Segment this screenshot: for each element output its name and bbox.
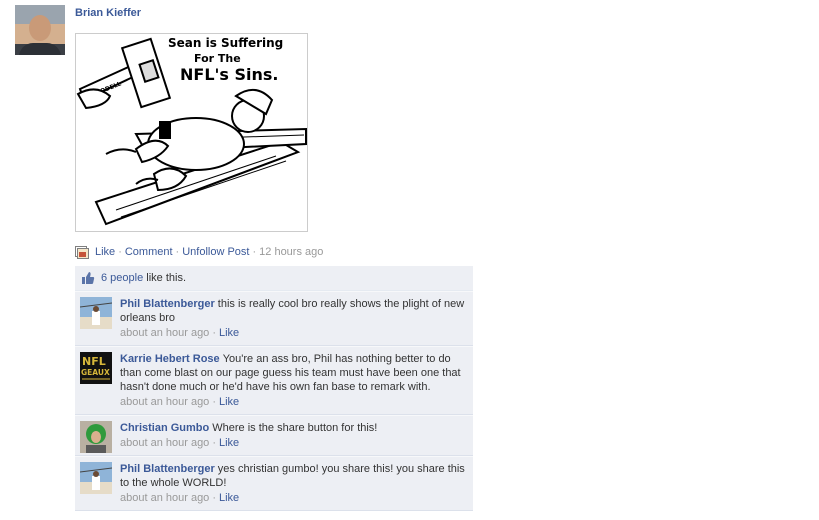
comment-text: Where is the share button for this! [212,422,378,434]
separator: · [212,396,216,408]
unfollow-post-link[interactable]: Unfollow Post [182,246,249,258]
comment-author-link[interactable]: Phil Blattenberger [120,298,218,310]
comment-body: Karrie Hebert Rose You're an ass bro, Ph… [120,347,473,394]
comment-author-link[interactable]: Christian Gumbo [120,422,212,434]
commenter-avatar[interactable] [80,462,112,494]
post-actions: Like · Comment · Unfollow Post · 12 hour… [75,244,323,260]
commenter-avatar[interactable]: NFL GEAUX [80,352,112,384]
post-timestamp[interactable]: 12 hours ago [259,246,323,258]
comment-item: Phil Blattenberger this is really cool b… [75,291,473,346]
comment-body: Phil Blattenberger this is really cool b… [120,292,473,325]
comment-body: Phil Blattenberger yes christian gumbo! … [120,457,473,490]
comment-like-link[interactable]: Like [219,437,239,449]
separator: · [212,437,216,449]
separator: · [252,246,257,258]
avatar-logo-text-1: NFL [82,355,106,368]
separator: · [118,246,122,258]
avatar-logo-text-2: GEAUX [81,368,110,377]
author-name[interactable]: Brian Kieffer [75,7,141,19]
author-avatar[interactable] [15,5,65,55]
likes-suffix: like this. [143,272,187,284]
avatar-face [29,15,51,41]
comment-meta: about an hour ago · Like [120,435,473,455]
caption-line-3: NFL's Sins. [180,65,279,84]
comment-author-link[interactable]: Phil Blattenberger [120,463,218,475]
comment-timestamp[interactable]: about an hour ago [120,396,209,408]
comment-timestamp[interactable]: about an hour ago [120,492,209,504]
separator: · [212,492,216,504]
avatar-shirt [19,43,61,55]
comment-item: NFL GEAUX Karrie Hebert Rose You're an a… [75,346,473,415]
comment-timestamp[interactable]: about an hour ago [120,437,209,449]
comment-author-link[interactable]: Karrie Hebert Rose [120,353,223,365]
caption-line-1: Sean is Suffering [168,36,283,50]
hand-drawing [76,88,112,110]
post-image[interactable]: Sean is Suffering For The NFL's Sins. GO… [75,33,308,232]
like-link[interactable]: Like [95,246,115,258]
comment-like-link[interactable]: Like [219,327,239,339]
commenter-avatar[interactable] [80,297,112,329]
comment-meta: about an hour ago · Like [120,394,473,414]
comment-meta: about an hour ago · Like [120,490,473,510]
caption-line-2: For The [194,52,241,65]
comment-body: Christian Gumbo Where is the share butto… [120,416,473,435]
share-photo-icon [75,245,89,259]
separator: · [175,246,180,258]
comment-like-link[interactable]: Like [219,396,239,408]
comment-panel: 6 people like this. Phil Blattenberger t… [75,266,473,511]
thumbs-up-icon [82,272,95,284]
comment-timestamp[interactable]: about an hour ago [120,327,209,339]
likes-summary: 6 people like this. [75,266,473,291]
separator: · [212,327,216,339]
comment-meta: about an hour ago · Like [120,325,473,345]
comment-like-link[interactable]: Like [219,492,239,504]
cartoon-illustration: Sean is Suffering For The NFL's Sins. GO… [76,36,307,226]
comment-item: Christian Gumbo Where is the share butto… [75,415,473,456]
comment-link[interactable]: Comment [125,246,173,258]
likers-link[interactable]: 6 people [101,272,143,284]
commenter-avatar[interactable] [80,421,112,453]
comment-item: Phil Blattenberger yes christian gumbo! … [75,456,473,511]
